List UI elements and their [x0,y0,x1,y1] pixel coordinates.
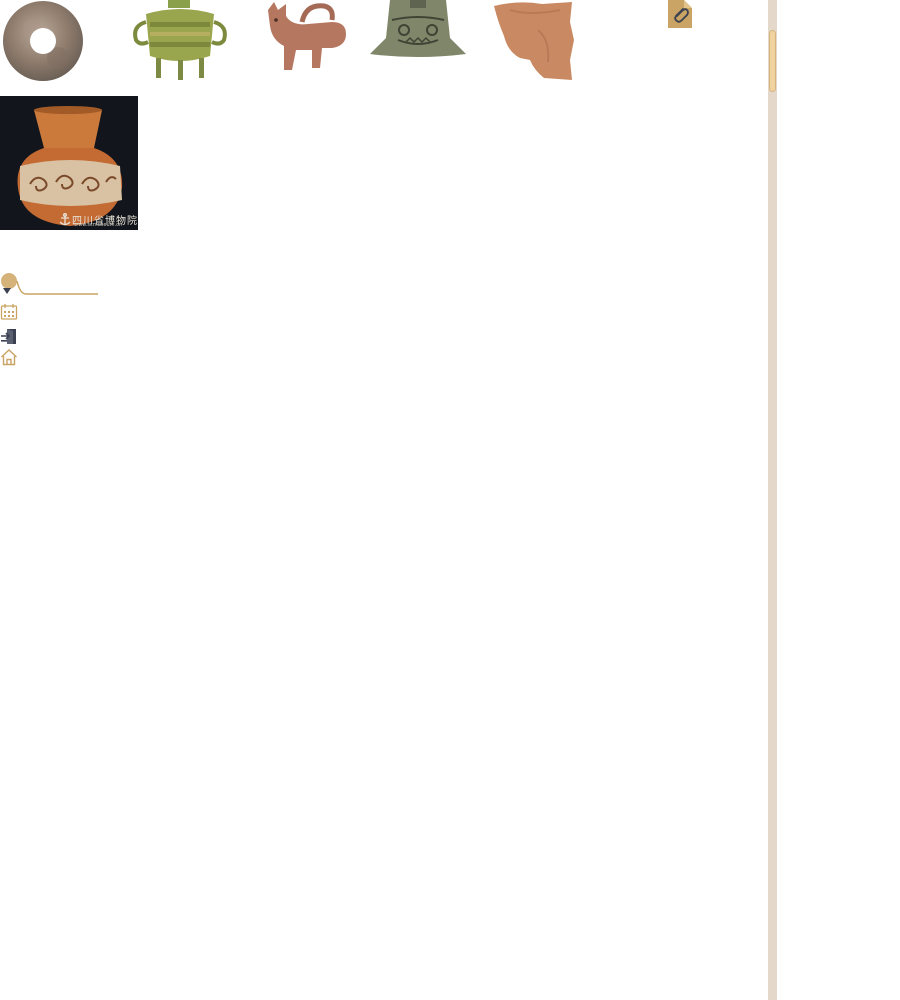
pottery-animal-vessel-image[interactable] [262,0,350,74]
page: 四川省博物院 www.scmuseum.cn [0,0,900,1000]
calendar-icon [0,304,18,320]
calendar-button[interactable] [0,303,18,321]
attachment-button[interactable] [668,0,692,28]
home-button[interactable] [0,348,18,366]
home-icon [1,349,17,366]
jade-bi-disc-image[interactable] [2,0,84,82]
painted-pottery-jar-image[interactable]: 四川省博物院 www.scmuseum.cn [0,96,138,230]
watermark-anchor-icon [59,213,71,226]
bronze-ding-vessel-image[interactable] [128,0,232,82]
bronze-yue-axe-image[interactable] [370,0,466,60]
user-menu-toggle[interactable] [0,270,100,298]
paperclip-icon [668,0,692,28]
user-dropdown-icon [1,273,98,295]
pottery-shard-image[interactable] [490,0,576,82]
logout-button[interactable] [0,327,18,345]
exit-door-icon [1,329,16,344]
vertical-scrollbar[interactable] [768,0,777,1000]
scrollbar-thumb[interactable] [769,30,776,92]
watermark-url: www.scmuseum.cn [74,222,123,228]
